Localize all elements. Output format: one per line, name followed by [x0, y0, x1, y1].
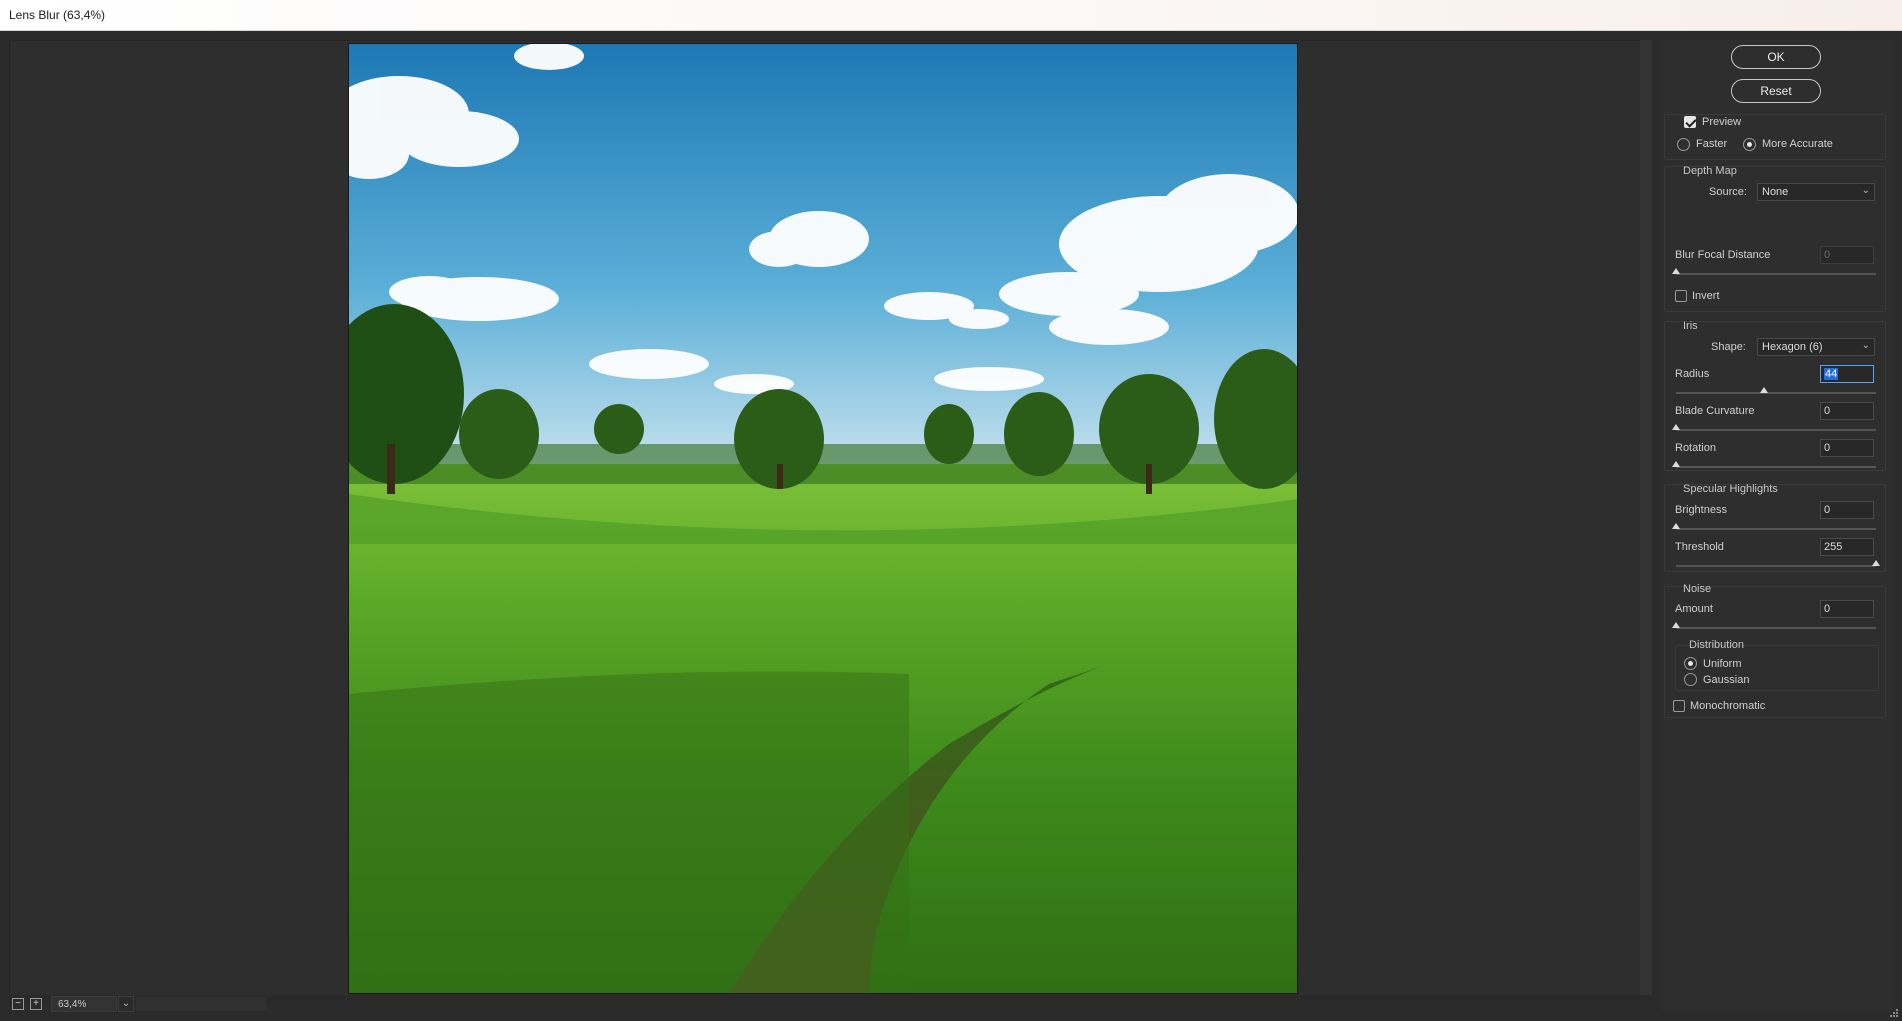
- preview-group: [1664, 114, 1886, 160]
- resize-grip-icon[interactable]: [1888, 1007, 1898, 1017]
- preview-image: [348, 43, 1298, 994]
- brightness-slider[interactable]: [1672, 523, 1876, 530]
- radius-slider[interactable]: [1676, 387, 1876, 394]
- zoom-level-field[interactable]: 63,4%: [51, 996, 117, 1012]
- source-label: Source:: [1709, 186, 1747, 198]
- slider-thumb[interactable]: [1672, 523, 1680, 529]
- faster-label: Faster: [1696, 138, 1728, 150]
- faster-radio[interactable]: [1677, 138, 1690, 151]
- iris-title: Iris: [1683, 320, 1698, 332]
- window-titlebar[interactable]: Lens Blur (63,4%): [0, 0, 1902, 31]
- blur-focal-distance-label: Blur Focal Distance: [1675, 249, 1771, 261]
- preview-label: Preview: [1702, 116, 1742, 128]
- preview-checkbox[interactable]: [1684, 116, 1696, 128]
- rotation-slider[interactable]: [1672, 461, 1876, 468]
- zoom-bar-spacer: [136, 997, 266, 1011]
- depth-map-title: Depth Map: [1683, 165, 1737, 177]
- zoom-out-button[interactable]: −: [12, 998, 24, 1010]
- zoom-controls: − + 63,4% ⌄: [12, 996, 266, 1012]
- rotation-label: Rotation: [1675, 442, 1716, 454]
- uniform-label: Uniform: [1703, 658, 1742, 670]
- radius-value: 44: [1824, 368, 1839, 380]
- gaussian-label: Gaussian: [1703, 674, 1750, 686]
- chevron-down-icon: ⌄: [1861, 185, 1870, 196]
- chevron-down-icon: ⌄: [1861, 340, 1870, 351]
- blade-curvature-field[interactable]: 0: [1820, 402, 1874, 420]
- ok-button[interactable]: OK: [1731, 45, 1821, 69]
- shape-label: Shape:: [1711, 341, 1746, 353]
- noise-title: Noise: [1683, 583, 1712, 595]
- blur-focal-distance-slider[interactable]: [1672, 268, 1876, 275]
- zoom-in-button[interactable]: +: [30, 998, 42, 1010]
- source-value: None: [1762, 186, 1789, 198]
- slider-thumb[interactable]: [1760, 387, 1768, 393]
- source-select[interactable]: None ⌄: [1757, 183, 1875, 201]
- radius-field[interactable]: 44: [1820, 365, 1874, 383]
- distribution-title: Distribution: [1689, 639, 1745, 651]
- more-accurate-label: More Accurate: [1762, 138, 1833, 150]
- specular-highlights-title: Specular Highlights: [1683, 483, 1778, 495]
- blade-curvature-label: Blade Curvature: [1675, 405, 1755, 417]
- gaussian-radio[interactable]: [1684, 673, 1697, 686]
- blur-focal-distance-field[interactable]: 0: [1820, 246, 1874, 264]
- shape-select[interactable]: Hexagon (6) ⌄: [1757, 338, 1875, 356]
- zoom-dropdown-button[interactable]: ⌄: [118, 996, 134, 1012]
- vertical-scrollbar[interactable]: [1640, 40, 1652, 996]
- invert-checkbox[interactable]: [1675, 290, 1687, 302]
- brightness-field[interactable]: 0: [1820, 501, 1874, 519]
- blade-curvature-slider[interactable]: [1672, 424, 1876, 431]
- reset-button[interactable]: Reset: [1731, 79, 1821, 103]
- slider-thumb[interactable]: [1672, 268, 1680, 274]
- slider-thumb[interactable]: [1672, 461, 1680, 467]
- invert-label: Invert: [1692, 290, 1720, 302]
- monochromatic-label: Monochromatic: [1690, 700, 1766, 712]
- chevron-down-icon: ⌄: [121, 998, 131, 1009]
- amount-slider[interactable]: [1672, 622, 1876, 629]
- threshold-field[interactable]: 255: [1820, 538, 1874, 556]
- slider-thumb[interactable]: [1872, 560, 1880, 566]
- radius-label: Radius: [1675, 368, 1710, 380]
- window-title: Lens Blur (63,4%): [9, 8, 106, 22]
- shape-value: Hexagon (6): [1762, 341, 1823, 353]
- more-accurate-radio[interactable]: [1743, 138, 1756, 151]
- monochromatic-checkbox[interactable]: [1673, 700, 1685, 712]
- rotation-field[interactable]: 0: [1820, 439, 1874, 457]
- uniform-radio[interactable]: [1684, 657, 1697, 670]
- amount-field[interactable]: 0: [1820, 600, 1874, 618]
- threshold-label: Threshold: [1675, 541, 1724, 553]
- slider-thumb[interactable]: [1672, 424, 1680, 430]
- brightness-label: Brightness: [1675, 504, 1727, 516]
- amount-label: Amount: [1675, 603, 1713, 615]
- slider-thumb[interactable]: [1672, 622, 1680, 628]
- threshold-slider[interactable]: [1676, 560, 1880, 567]
